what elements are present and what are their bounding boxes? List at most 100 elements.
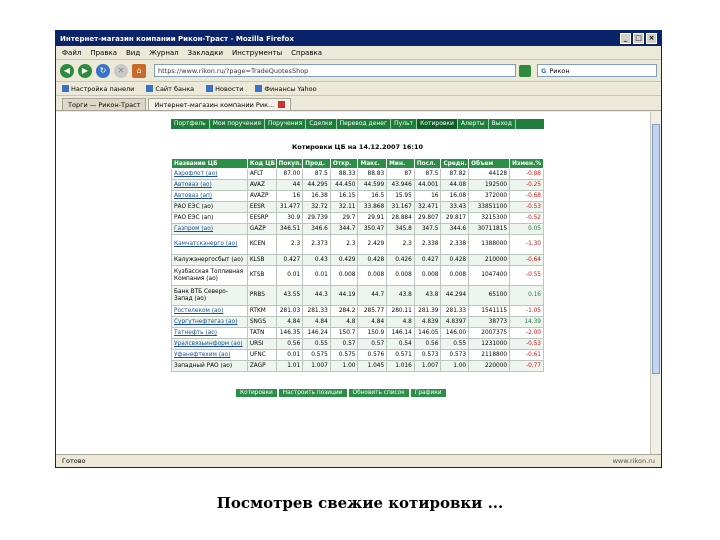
- change-cell: -0.25: [509, 179, 544, 191]
- security-name: Западный РАО (ао): [171, 360, 248, 372]
- menu-help[interactable]: Справка: [291, 49, 322, 57]
- column-header[interactable]: Откр.: [329, 158, 359, 169]
- bookmark-icon: [255, 85, 263, 92]
- bookmark-item[interactable]: Настройка панели: [62, 85, 134, 93]
- browser-tab-active[interactable]: Интернет-магазин компании Рик...: [148, 98, 292, 110]
- table-cell: 0.56: [413, 338, 442, 350]
- reload-icon[interactable]: ↻: [96, 63, 110, 78]
- table-row: РАО ЕЭС (ао) EESR 31.477 32.72 32.11 33.868 31…: [171, 201, 544, 213]
- table-cell: 0.54: [386, 338, 415, 350]
- security-name[interactable]: Газпром (ао): [171, 223, 248, 235]
- menu-tools[interactable]: Инструменты: [232, 49, 282, 57]
- security-name[interactable]: Автоваз (ао): [171, 179, 248, 191]
- table-cell: 372000: [468, 190, 511, 202]
- site-nav-item[interactable]: Портфель: [171, 119, 210, 129]
- forward-arrow-icon[interactable]: ▶: [78, 63, 92, 78]
- security-name[interactable]: Ростелеком (ао): [171, 305, 248, 317]
- security-name[interactable]: Сургутнефтегаз (ао): [171, 316, 248, 328]
- table-cell: 4.8: [386, 316, 415, 328]
- site-nav-item[interactable]: Сделки: [306, 119, 337, 129]
- site-nav-item[interactable]: Котировки: [417, 119, 458, 129]
- table-cell: 38773: [468, 316, 511, 328]
- menu-history[interactable]: Журнал: [149, 49, 178, 57]
- column-header[interactable]: Средн.: [440, 158, 470, 169]
- site-nav-item[interactable]: Перевод денег: [337, 119, 392, 129]
- stop-icon[interactable]: ✕: [114, 63, 128, 78]
- search-input[interactable]: Рикон: [549, 67, 569, 75]
- table-cell: 43.8: [386, 285, 415, 306]
- change-cell: -0.88: [509, 168, 544, 180]
- column-header[interactable]: Посл.: [413, 158, 442, 169]
- table-cell: 4.8: [329, 316, 359, 328]
- bookmark-item[interactable]: Новости: [206, 85, 243, 93]
- pager-button[interactable]: Обновить список: [348, 389, 409, 397]
- table-cell: 87: [386, 168, 415, 180]
- column-header[interactable]: Мин.: [386, 158, 415, 169]
- back-arrow-icon[interactable]: ◀: [60, 63, 74, 78]
- menu-bookmarks[interactable]: Закладки: [188, 49, 223, 57]
- column-header[interactable]: Объем: [468, 158, 511, 169]
- quotes-title: Котировки ЦБ на 14.12.2007 16:10: [291, 143, 424, 151]
- pager-button[interactable]: Графики: [410, 389, 446, 397]
- site-nav-item[interactable]: Пульт: [391, 119, 418, 129]
- table-cell: 16: [413, 190, 442, 202]
- table-cell: 2007375: [468, 327, 511, 339]
- bookmark-item[interactable]: Сайт банка: [146, 85, 194, 93]
- home-icon[interactable]: ⌂: [132, 63, 146, 78]
- table-cell: 32.11: [329, 201, 359, 213]
- column-header[interactable]: Код ЦБ: [246, 158, 277, 169]
- security-name[interactable]: Уфанефтехим (ао): [171, 349, 248, 361]
- column-header[interactable]: Покуп.: [275, 158, 304, 169]
- menu-edit[interactable]: Правка: [90, 49, 117, 57]
- security-name[interactable]: Автоваз (ап): [171, 190, 248, 202]
- search-box[interactable]: G Рикон: [537, 64, 657, 77]
- security-name[interactable]: Татнефть (ао): [171, 327, 248, 339]
- security-name[interactable]: Аэрофлот (ао): [171, 168, 248, 180]
- table-cell: 15.95: [386, 190, 415, 202]
- menu-view[interactable]: Вид: [126, 49, 140, 57]
- bookmark-item[interactable]: Финансы Yahoo: [255, 85, 317, 93]
- column-header[interactable]: Измен.%: [509, 158, 544, 169]
- security-name: Кузбасская Топливная Компания (ао): [171, 265, 248, 286]
- vertical-scrollbar[interactable]: [650, 112, 661, 455]
- table-cell: 146.24: [302, 327, 331, 339]
- table-cell: 87.82: [440, 168, 470, 180]
- address-bar[interactable]: https://www.rikon.ru/?page=TradeQuotesSh…: [154, 64, 516, 77]
- browser-tab[interactable]: Торги — Рикон-Траст: [62, 98, 147, 110]
- go-button[interactable]: [519, 64, 531, 77]
- close-button[interactable]: ×: [646, 33, 657, 44]
- table-row: Газпром (ао) GAZP 346.51 346.6 344.7 350.47 34…: [171, 223, 544, 235]
- table-cell: 2.3: [329, 234, 359, 255]
- table-cell: 2.3: [275, 234, 304, 255]
- site-nav-item[interactable]: Выход: [489, 119, 516, 129]
- menu-bar: Файл Правка Вид Журнал Закладки Инструме…: [56, 46, 661, 60]
- scroll-thumb[interactable]: [652, 124, 660, 374]
- site-nav-item[interactable]: Алерты: [458, 119, 489, 129]
- table-cell: 4.8397: [440, 316, 470, 328]
- table-cell: 0.57: [329, 338, 359, 350]
- security-name[interactable]: Уралсвязьинформ (ао): [171, 338, 248, 350]
- column-header[interactable]: Прод.: [302, 158, 331, 169]
- table-cell: 346.6: [302, 223, 331, 235]
- security-name: Банк ВТБ Северо-Запад (ао): [171, 285, 248, 306]
- table-cell: 29.7: [329, 212, 359, 224]
- menu-file[interactable]: Файл: [62, 49, 81, 57]
- change-cell: -0.53: [509, 201, 544, 213]
- table-cell: 345.8: [386, 223, 415, 235]
- site-nav-item[interactable]: Мои поручения: [210, 119, 265, 129]
- change-cell: -1.05: [509, 305, 544, 317]
- table-cell: 32.72: [302, 201, 331, 213]
- minimize-button[interactable]: _: [620, 33, 631, 44]
- maximize-button[interactable]: □: [633, 33, 644, 44]
- bookmark-icon: [206, 85, 214, 92]
- security-name[interactable]: Камчатскэнерго (ао): [171, 234, 248, 255]
- column-header[interactable]: Название ЦБ: [171, 158, 248, 169]
- column-header[interactable]: Макс.: [357, 158, 388, 169]
- table-cell: 44128: [468, 168, 511, 180]
- site-nav-item[interactable]: Поручения: [265, 119, 307, 129]
- pager-button[interactable]: Котировки: [236, 389, 277, 397]
- table-cell: 146.35: [275, 327, 304, 339]
- pager-button[interactable]: Настроить позиции: [278, 389, 347, 397]
- close-tab-icon[interactable]: [278, 101, 286, 108]
- table-cell: 43.8: [413, 285, 442, 306]
